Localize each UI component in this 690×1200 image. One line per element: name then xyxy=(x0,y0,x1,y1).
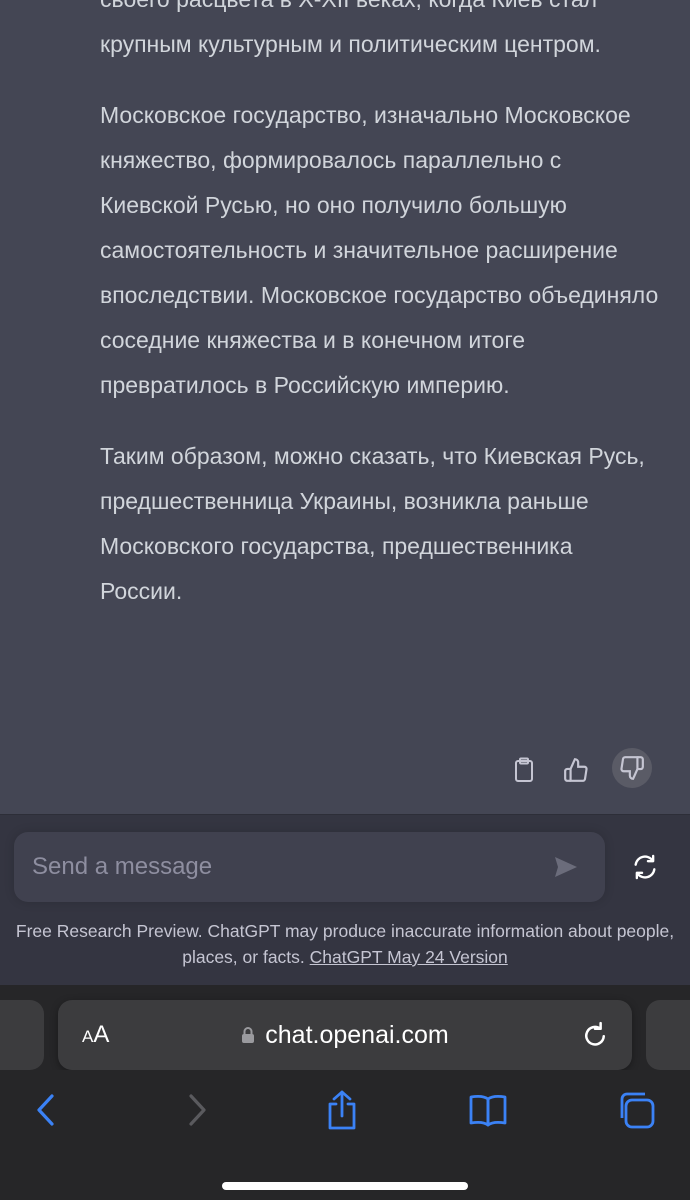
reload-icon xyxy=(585,1021,605,1046)
reload-button[interactable] xyxy=(580,1020,610,1050)
share-icon xyxy=(328,1090,356,1130)
regenerate-button[interactable] xyxy=(628,850,662,884)
thumbs-down-icon xyxy=(620,756,644,780)
thumbs-down-button[interactable] xyxy=(612,748,652,788)
disclaimer: Free Research Preview. ChatGPT may produ… xyxy=(10,918,680,970)
app-screen: своего расцвета в X-XII веках, когда Кие… xyxy=(0,0,690,1200)
browser-toolbar xyxy=(0,1070,690,1200)
send-button[interactable] xyxy=(551,852,581,882)
home-indicator xyxy=(222,1182,468,1190)
chevron-right-icon xyxy=(189,1094,206,1126)
url-display[interactable]: chat.openai.com xyxy=(58,1020,632,1050)
back-button[interactable] xyxy=(24,1088,68,1132)
browser-address-area: AA chat.openai.com xyxy=(0,985,690,1070)
bookmarks-button[interactable] xyxy=(466,1088,510,1132)
forward-button[interactable] xyxy=(175,1088,219,1132)
version-link[interactable]: ChatGPT May 24 Version xyxy=(310,947,508,967)
chevron-left-icon xyxy=(37,1094,54,1126)
copy-button[interactable] xyxy=(508,754,540,786)
refresh-icon xyxy=(634,854,656,880)
book-icon xyxy=(469,1095,507,1127)
clipboard-icon xyxy=(515,757,533,782)
message-input-box[interactable] xyxy=(14,832,605,902)
address-bar[interactable]: AA chat.openai.com xyxy=(58,1000,632,1070)
message-body: своего расцвета в X-XII веках, когда Кие… xyxy=(100,0,660,640)
thumbs-up-button[interactable] xyxy=(560,754,592,786)
message-paragraph: Таким образом, можно сказать, что Киевск… xyxy=(100,443,645,604)
composer-area: Free Research Preview. ChatGPT may produ… xyxy=(0,815,690,985)
share-button[interactable] xyxy=(320,1088,364,1132)
tabs-icon xyxy=(620,1092,655,1129)
message-actions xyxy=(508,748,652,788)
thumbs-up-icon xyxy=(564,758,588,782)
message-paragraph: Московское государство, изначально Моско… xyxy=(100,102,659,398)
message-input[interactable] xyxy=(32,832,532,902)
message-paragraph: своего расцвета в X-XII веках, когда Кие… xyxy=(100,0,601,57)
previous-tab-preview[interactable] xyxy=(0,1000,44,1070)
assistant-message: своего расцвета в X-XII веках, когда Кие… xyxy=(0,0,690,815)
next-tab-preview[interactable] xyxy=(646,1000,690,1070)
send-icon xyxy=(555,857,577,877)
lock-icon xyxy=(242,1027,255,1043)
tabs-button[interactable] xyxy=(614,1088,658,1132)
url-text: chat.openai.com xyxy=(265,1021,449,1049)
